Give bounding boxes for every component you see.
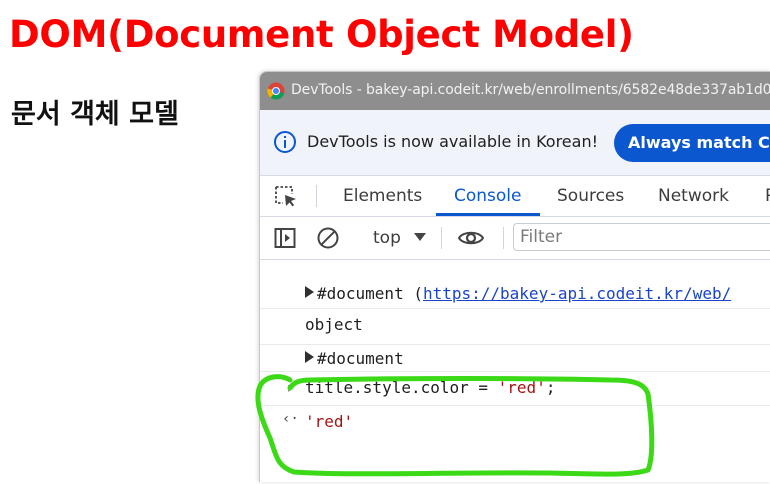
toolbar-separator <box>441 227 442 249</box>
live-expression-eye-icon[interactable] <box>457 226 485 250</box>
console-entry: object <box>305 315 363 334</box>
command-suffix: ; <box>545 378 556 397</box>
filter-input[interactable] <box>513 223 770 251</box>
tab-console[interactable]: Console <box>454 176 522 216</box>
console-result-row: ‹· 'red' <box>260 406 770 440</box>
page-title: DOM(Document Object Model) <box>9 13 634 56</box>
console-input-row: › title.style.color = 'red'; <box>260 372 770 406</box>
page-subtitle: 문서 객체 모델 <box>11 99 179 130</box>
command-code: title.style.color = <box>305 378 498 397</box>
source-link[interactable]: https://bakey-api.codeit.kr/web/ <box>423 284 731 303</box>
chevron-down-icon[interactable] <box>414 233 426 242</box>
command-string: 'red' <box>497 378 546 397</box>
console-result: 'red' <box>305 412 354 431</box>
expand-arrow-icon[interactable] <box>305 286 314 298</box>
console-entry[interactable]: #document <box>305 349 404 368</box>
active-tab-indicator <box>436 213 540 216</box>
expand-arrow-icon[interactable] <box>305 351 314 363</box>
entry-text: #document ( <box>317 284 423 303</box>
console-log-row: #document (https://bakey-api.codeit.kr/w… <box>260 260 770 309</box>
language-infobar: DevTools is now available in Korean! Alw… <box>260 110 770 176</box>
execution-context-select[interactable]: top <box>373 226 401 250</box>
window-title: DevTools - bakey-api.codeit.kr/web/enrol… <box>291 82 770 98</box>
panel-tabbar: Elements Console Sources Network P <box>260 176 770 217</box>
tab-network[interactable]: Network <box>658 176 729 216</box>
infobar-message: DevTools is now available in Korean! <box>307 132 598 151</box>
window-titlebar[interactable]: DevTools - bakey-api.codeit.kr/web/enrol… <box>260 72 770 110</box>
always-match-chrome-language-button[interactable]: Always match Chr <box>614 124 770 162</box>
console-output: #document (https://bakey-api.codeit.kr/w… <box>260 260 770 482</box>
console-log-row: #document <box>260 345 770 372</box>
console-log-row: object <box>260 309 770 345</box>
input-prompt-icon: › <box>285 378 295 397</box>
console-command: title.style.color = 'red'; <box>305 378 555 397</box>
console-entry[interactable]: #document (https://bakey-api.codeit.kr/w… <box>305 284 731 303</box>
show-sidebar-icon[interactable] <box>273 226 297 250</box>
entry-text: #document <box>317 349 404 368</box>
devtools-window: DevTools - bakey-api.codeit.kr/web/enrol… <box>259 71 770 482</box>
inspect-element-icon[interactable] <box>273 184 299 208</box>
tab-elements[interactable]: Elements <box>343 176 422 216</box>
chrome-logo-icon <box>267 82 285 100</box>
info-icon <box>274 131 296 153</box>
tabbar-separator <box>316 185 317 207</box>
tab-performance[interactable]: P <box>765 176 770 216</box>
toolbar-separator <box>503 227 504 249</box>
console-toolbar: top <box>260 217 770 260</box>
output-prompt-icon: ‹· <box>282 411 299 427</box>
clear-console-icon[interactable] <box>316 226 340 250</box>
tab-sources[interactable]: Sources <box>557 176 624 216</box>
